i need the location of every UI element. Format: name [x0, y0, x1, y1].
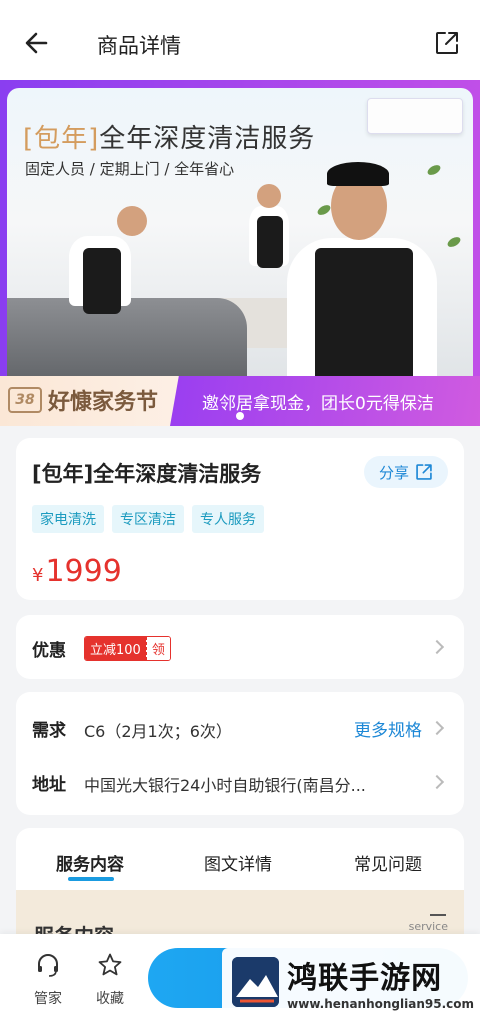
- product-info-card: [包年]全年深度清洁服务 分享 家电清洗 专区清洁 专人服务 ¥1999: [16, 438, 464, 600]
- mountain-logo-icon: [232, 957, 280, 1007]
- chevron-right-icon: [429, 720, 445, 736]
- tab-service-content[interactable]: 服务内容: [56, 850, 124, 875]
- butler-button[interactable]: 管家: [28, 952, 68, 1008]
- external-share-icon[interactable]: [434, 30, 460, 56]
- star-icon: [98, 953, 122, 976]
- product-price: ¥1999: [32, 554, 122, 589]
- discount-row[interactable]: 优惠 立减100 领: [16, 615, 464, 679]
- banner-title: [包年]全年深度清洁服务: [23, 124, 316, 154]
- demand-label: 需求: [32, 721, 66, 741]
- festival-logo: 38 好慷家务节: [8, 384, 158, 416]
- page-title: 商品详情: [97, 34, 181, 58]
- worker-apron: [83, 248, 121, 314]
- tab-faq[interactable]: 常见问题: [354, 850, 422, 875]
- chevron-right-icon: [429, 639, 445, 655]
- divider: [430, 914, 446, 916]
- leaf-decoration: [425, 163, 443, 177]
- coupon-text: 立减100: [85, 637, 146, 660]
- festival-badge: 38: [8, 387, 42, 413]
- leaf-decoration: [315, 203, 333, 217]
- worker-head: [257, 184, 281, 208]
- watermark-title: 鸿联手游网: [287, 961, 443, 996]
- carousel-indicator: [236, 412, 244, 420]
- leaf-decoration: [445, 235, 463, 249]
- address-label: 地址: [32, 775, 66, 795]
- favorite-label: 收藏: [96, 991, 124, 1007]
- demand-value: C6（2月1次；6次）: [84, 722, 232, 741]
- arrow-left-icon[interactable]: [22, 28, 52, 58]
- worker-apron: [257, 216, 283, 268]
- banner-promo-text: 邀邻居拿现金，团长0元得保洁: [202, 394, 434, 414]
- bed-illustration: [7, 298, 247, 388]
- product-tags: 家电清洗 专区清洁 专人服务: [32, 505, 264, 533]
- air-conditioner-illustration: [367, 98, 463, 134]
- headset-icon: [38, 954, 58, 977]
- discount-label: 优惠: [32, 641, 66, 661]
- more-specs-link[interactable]: 更多规格: [354, 716, 422, 741]
- worker-cap: [327, 162, 389, 186]
- chevron-right-icon: [429, 774, 445, 790]
- top-bar: 商品详情: [0, 0, 480, 80]
- address-value: 中国光大银行24小时自助银行(南昌分...: [84, 776, 366, 795]
- promo-banner[interactable]: [包年]全年深度清洁服务 固定人员 / 定期上门 / 全年省心 38 好慷家务节…: [0, 80, 480, 426]
- banner-subtitle: 固定人员 / 定期上门 / 全年省心: [25, 160, 235, 178]
- product-tag: 专区清洁: [112, 505, 184, 533]
- currency-symbol: ¥: [32, 565, 44, 586]
- butler-label: 管家: [34, 991, 62, 1007]
- product-name: [包年]全年深度清洁服务: [32, 462, 262, 486]
- site-watermark: 鸿联手游网 www.henanhonglian95.com: [222, 948, 474, 1016]
- product-tag: 专人服务: [192, 505, 264, 533]
- worker-apron: [315, 248, 413, 388]
- external-share-icon: [416, 464, 432, 480]
- watermark-logo: [232, 957, 280, 1007]
- favorite-button[interactable]: 收藏: [90, 952, 130, 1008]
- share-button[interactable]: 分享: [364, 456, 448, 488]
- tab-graphic-details[interactable]: 图文详情: [204, 850, 272, 875]
- price-value: 1999: [45, 554, 122, 589]
- share-label: 分享: [378, 463, 409, 482]
- coupon-badge[interactable]: 立减100 领: [84, 636, 171, 661]
- active-tab-indicator: [68, 877, 114, 881]
- coupon-claim: 领: [145, 637, 170, 660]
- product-tag: 家电清洗: [32, 505, 104, 533]
- worker-head: [117, 206, 147, 236]
- festival-text: 好慷家务节: [48, 390, 159, 415]
- banner-image: [包年]全年深度清洁服务 固定人员 / 定期上门 / 全年省心: [7, 88, 473, 388]
- watermark-url: www.henanhonglian95.com: [287, 997, 474, 1011]
- service-section-en-label: service: [408, 920, 448, 933]
- spec-card: 需求 C6（2月1次；6次） 更多规格 地址 中国光大银行24小时自助银行(南昌…: [16, 692, 464, 815]
